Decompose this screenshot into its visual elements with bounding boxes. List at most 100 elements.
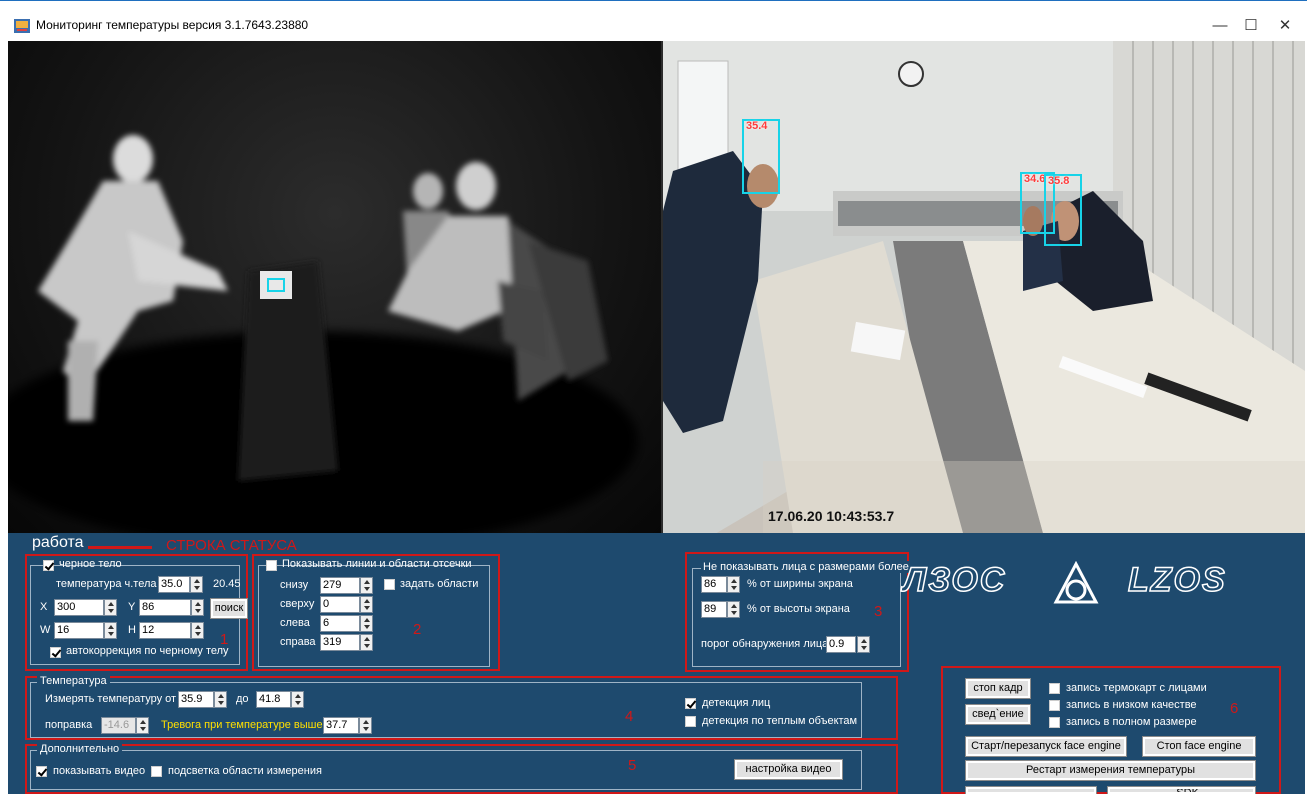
record-faces-checkbox[interactable]: [1049, 683, 1060, 694]
thermal-video[interactable]: [8, 41, 661, 533]
maximize-button[interactable]: ☐: [1236, 15, 1266, 37]
temperature-group: Температура: [30, 675, 862, 738]
x-field[interactable]: 300: [54, 599, 104, 616]
video-settings-button[interactable]: настройка видео: [734, 759, 843, 780]
correction-spinner[interactable]: [136, 717, 149, 734]
record-faces-label: запись термокарт с лицами: [1066, 682, 1207, 694]
face-detect-label: детекция лиц: [702, 697, 771, 709]
bottom-label: снизу: [280, 579, 309, 591]
color-video[interactable]: 35.4 34.6 35.8 17.06.20 10:43:53.7: [663, 41, 1305, 533]
range-to-label: до: [236, 693, 249, 705]
w-label: W: [40, 624, 51, 636]
annotation-number-5: 5: [628, 757, 637, 774]
height-percent-label: % от высоты экрана: [747, 603, 850, 615]
minimize-button[interactable]: —: [1205, 15, 1235, 37]
left-label: слева: [280, 617, 310, 629]
bottom-spinner[interactable]: [360, 577, 373, 594]
x-label: X: [40, 601, 48, 613]
fusion-button[interactable]: свед`ение: [965, 704, 1031, 725]
record-full-label: запись в полном размере: [1066, 716, 1197, 728]
annotation-number-4: 4: [625, 708, 634, 725]
show-video-label: показывать видео: [53, 765, 146, 777]
w-field[interactable]: 16: [54, 622, 104, 639]
autocorrect-checkbox[interactable]: [50, 647, 61, 658]
alarm-spinner[interactable]: [359, 717, 372, 734]
x-spinner[interactable]: [104, 599, 117, 616]
bb-temp-field[interactable]: 35.0: [158, 576, 190, 593]
app-icon: [14, 19, 30, 33]
color-scene: [663, 41, 1305, 533]
width-percent-label: % от ширины экрана: [747, 578, 853, 590]
lzos-emblem-icon: [1053, 561, 1099, 604]
blackbody-label: черное тело: [59, 558, 122, 570]
cut-off-button[interactable]: [965, 786, 1097, 794]
face-detect-checkbox[interactable]: [685, 698, 696, 709]
logo-text-ru: ЛЗОС: [902, 560, 1007, 600]
top-field[interactable]: 0: [320, 596, 360, 613]
face-temp-label: 34.6: [1024, 173, 1046, 185]
title-bar: Мониторинг температуры версия 3.1.7643.2…: [0, 0, 1307, 40]
autocorrect-label: автокоррекция по черному телу: [66, 645, 229, 657]
face-temp-label: 35.4: [746, 120, 768, 132]
record-full-checkbox[interactable]: [1049, 717, 1060, 728]
stop-engine-button[interactable]: Стоп face engine: [1142, 736, 1256, 757]
warm-detect-checkbox[interactable]: [685, 716, 696, 727]
bottom-field[interactable]: 279: [320, 577, 360, 594]
range-from-spinner[interactable]: [214, 691, 227, 708]
range-label: Измерять температуру от: [45, 693, 177, 705]
stop-frame-button[interactable]: стоп кадр: [965, 678, 1031, 699]
show-video-checkbox[interactable]: [36, 766, 47, 777]
face-bbox: 35.4: [742, 119, 780, 194]
annotation-number-6: 6: [1230, 700, 1239, 717]
width-percent-field[interactable]: 86: [701, 576, 727, 593]
annotation-arrow: [88, 546, 152, 549]
w-spinner[interactable]: [104, 622, 117, 639]
top-spinner[interactable]: [360, 596, 373, 613]
video-area: 35.4 34.6 35.8 17.06.20 10:43:53.7: [8, 41, 1305, 533]
bb-temp-measured: 20.45: [213, 578, 241, 590]
control-panel: работа СТРОКА СТАТУСА черное тело темпер…: [8, 533, 1305, 794]
y-spinner[interactable]: [191, 599, 204, 616]
alarm-label: Тревога при температуре выше: [161, 719, 323, 731]
search-button[interactable]: поиск: [210, 598, 248, 619]
blackbody-checkbox[interactable]: [43, 560, 54, 571]
record-low-label: запись в низком качестве: [1066, 699, 1197, 711]
set-areas-checkbox[interactable]: [384, 579, 395, 590]
bb-temp-spinner[interactable]: [190, 576, 203, 593]
h-spinner[interactable]: [191, 622, 204, 639]
y-field[interactable]: 86: [139, 599, 191, 616]
alarm-field[interactable]: 37.7: [323, 717, 359, 734]
close-button[interactable]: ✕: [1270, 15, 1300, 37]
range-to-field[interactable]: 41.8: [256, 691, 291, 708]
right-spinner[interactable]: [360, 634, 373, 651]
right-field[interactable]: 319: [320, 634, 360, 651]
face-bbox: 35.8: [1044, 174, 1082, 246]
correction-field[interactable]: -14.6: [101, 717, 136, 734]
left-spinner[interactable]: [360, 615, 373, 632]
range-to-spinner[interactable]: [291, 691, 304, 708]
height-percent-field[interactable]: 89: [701, 601, 727, 618]
annotation-number-2: 2: [413, 621, 422, 638]
h-label: H: [128, 624, 136, 636]
right-label: справа: [280, 636, 316, 648]
status-annotation: СТРОКА СТАТУСА: [166, 537, 297, 554]
width-percent-spinner[interactable]: [727, 576, 740, 593]
h-field[interactable]: 12: [139, 622, 191, 639]
extra-title: Дополнительно: [37, 743, 123, 755]
highlight-checkbox[interactable]: [151, 766, 162, 777]
start-engine-button[interactable]: Старт/перезапуск face engine: [965, 736, 1127, 757]
threshold-spinner[interactable]: [857, 636, 870, 653]
record-low-checkbox[interactable]: [1049, 700, 1060, 711]
cutoff-checkbox[interactable]: [266, 560, 277, 571]
sdk-button[interactable]: ... SDK: [1107, 786, 1256, 794]
face-temp-label: 35.8: [1048, 175, 1070, 187]
restart-measure-button[interactable]: Рестарт измерения температуры: [965, 760, 1256, 781]
height-percent-spinner[interactable]: [727, 601, 740, 618]
range-from-field[interactable]: 35.9: [178, 691, 214, 708]
left-field[interactable]: 6: [320, 615, 360, 632]
threshold-field[interactable]: 0.9: [826, 636, 856, 653]
annotation-number-1: 1: [220, 631, 229, 648]
set-areas-label: задать области: [400, 578, 479, 590]
cutoff-label: Показывать линии и области отсечки: [282, 558, 472, 570]
correction-label: поправка: [45, 719, 93, 731]
